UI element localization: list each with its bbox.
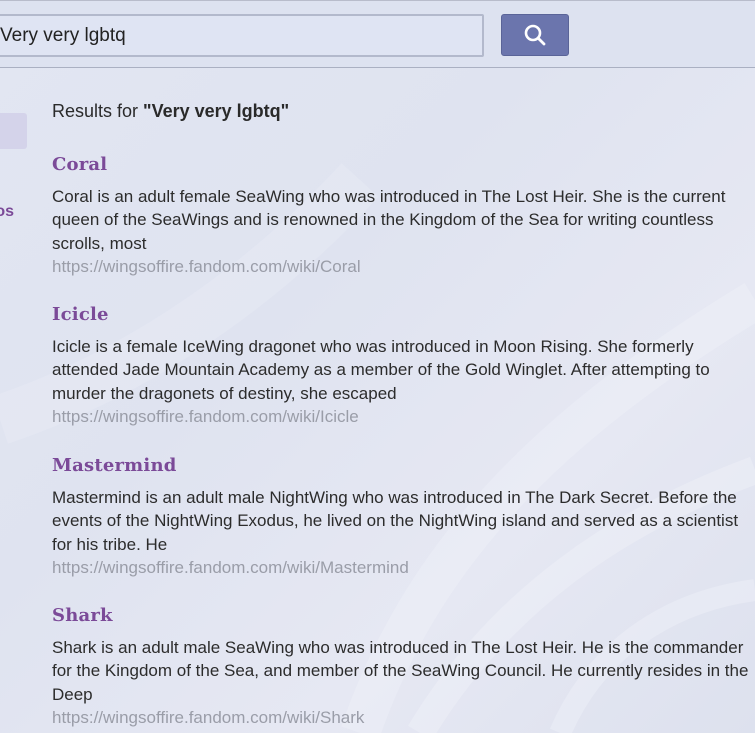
result-snippet: Coral is an adult female SeaWing who was… bbox=[52, 187, 726, 253]
result-snippet: Mastermind is an adult male NightWing wh… bbox=[52, 488, 739, 554]
search-button[interactable] bbox=[501, 14, 569, 56]
result-title-link[interactable]: Mastermind bbox=[52, 454, 752, 482]
search-bar: Very very lgbtq bbox=[0, 0, 755, 68]
search-icon bbox=[524, 24, 546, 46]
results-query: "Very very lgbtq" bbox=[143, 101, 290, 121]
result-item: Coral Coral is an adult female SeaWing w… bbox=[52, 153, 752, 278]
results-prefix: Results for bbox=[52, 101, 144, 121]
results-heading: Results for "Very very lgbtq" bbox=[52, 101, 289, 122]
result-url-link[interactable]: https://wingsoffire.fandom.com/wiki/Cora… bbox=[52, 255, 752, 278]
result-url-link[interactable]: https://wingsoffire.fandom.com/wiki/Shar… bbox=[52, 706, 752, 729]
sidebar-partial-label[interactable]: os bbox=[0, 203, 14, 221]
result-url-link[interactable]: https://wingsoffire.fandom.com/wiki/Mast… bbox=[52, 556, 752, 579]
result-snippet: Icicle is a female IceWing dragonet who … bbox=[52, 337, 710, 403]
result-title-link[interactable]: Icicle bbox=[52, 303, 752, 331]
result-item: Mastermind Mastermind is an adult male N… bbox=[52, 454, 752, 579]
sidebar-tab[interactable] bbox=[0, 113, 27, 149]
result-title-link[interactable]: Shark bbox=[52, 604, 752, 632]
result-item: Shark Shark is an adult male SeaWing who… bbox=[52, 604, 752, 729]
search-input[interactable]: Very very lgbtq bbox=[0, 14, 484, 57]
result-url-link[interactable]: https://wingsoffire.fandom.com/wiki/Icic… bbox=[52, 405, 752, 428]
result-snippet: Shark is an adult male SeaWing who was i… bbox=[52, 638, 749, 704]
result-item: Icicle Icicle is a female IceWing dragon… bbox=[52, 303, 752, 428]
result-title-link[interactable]: Coral bbox=[52, 153, 752, 181]
